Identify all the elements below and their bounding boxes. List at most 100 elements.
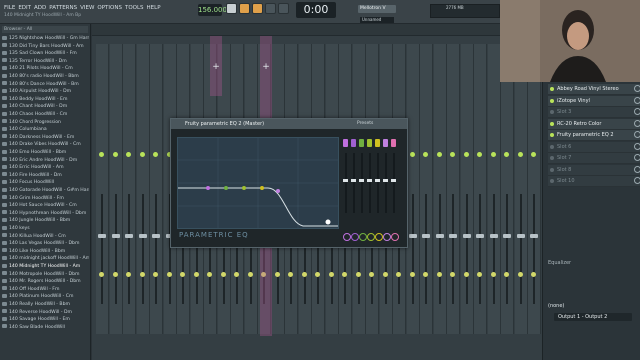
slot-mix-knob[interactable]: [634, 165, 640, 173]
strip-enable-led[interactable]: [126, 152, 131, 157]
mixer-strip[interactable]: [136, 44, 150, 334]
metronome-button[interactable]: [265, 3, 276, 14]
strip-enable-led[interactable]: [477, 152, 482, 157]
route-led[interactable]: [166, 272, 172, 277]
fader-handle[interactable]: [98, 234, 106, 238]
menu-edit[interactable]: EDIT: [18, 5, 31, 11]
browser-item[interactable]: 140 Fire HoodWill - Dm: [2, 172, 89, 179]
browser-item[interactable]: 140 Savage HoodWill - Em: [2, 316, 89, 323]
mixer-strip[interactable]: [433, 44, 447, 334]
route-led[interactable]: [153, 272, 158, 277]
strip-enable-led[interactable]: [99, 152, 104, 157]
eq-graph[interactable]: [177, 137, 339, 229]
mixer-strip[interactable]: [501, 44, 514, 334]
route-led[interactable]: [193, 272, 199, 277]
strip-enable-led[interactable]: [531, 152, 536, 157]
eq-band-swatch[interactable]: [383, 139, 388, 147]
eq-band-knob[interactable]: [375, 233, 383, 241]
route-led[interactable]: [274, 272, 280, 277]
slot-enable-led[interactable]: [550, 133, 554, 137]
menu-file[interactable]: FILE: [4, 5, 15, 11]
strip-enable-led[interactable]: [409, 152, 415, 157]
mixer-strip[interactable]: [123, 44, 136, 334]
menu-tools[interactable]: TOOLS: [125, 5, 144, 11]
browser-item[interactable]: 140 Motropole HoodWill - Dbm: [2, 271, 89, 278]
fader-handle[interactable]: [476, 234, 484, 238]
strip-enable-led[interactable]: [153, 152, 158, 157]
mixer-strip[interactable]: [420, 44, 433, 334]
route-led[interactable]: [382, 272, 388, 277]
browser-item[interactable]: 140 Eric Andre HoodWill - Dm: [2, 157, 89, 164]
strip-enable-led[interactable]: [112, 152, 118, 157]
mixer-strip[interactable]: [406, 44, 420, 334]
route-led[interactable]: [517, 272, 523, 277]
insert-slot[interactable]: Fruity parametric EQ 2: [548, 130, 640, 141]
browser-item[interactable]: 140 Chant HoodWill - Dm: [2, 103, 89, 110]
browser-item[interactable]: 140 Las Vegas HoodWill - Dbm: [2, 240, 89, 247]
eq-band-gain-handle[interactable]: [391, 179, 396, 182]
insert-slot[interactable]: Slot 10: [548, 176, 640, 187]
route-led[interactable]: [112, 272, 118, 277]
slot-mix-knob[interactable]: [634, 119, 640, 127]
browser-item[interactable]: 140 Platinum HoodWill - Cm: [2, 293, 89, 300]
slot-enable-led[interactable]: [550, 144, 554, 149]
mixer-strip[interactable]: [528, 44, 541, 334]
slot-mix-knob[interactable]: [634, 154, 640, 161]
route-led[interactable]: [220, 272, 226, 277]
fader-handle[interactable]: [489, 234, 498, 238]
fader-handle[interactable]: [422, 234, 430, 238]
route-led[interactable]: [234, 272, 239, 277]
slot-enable-led[interactable]: [550, 87, 554, 91]
add-insert-icon[interactable]: +: [261, 62, 271, 72]
route-led[interactable]: [342, 272, 347, 277]
browser-item[interactable]: 140 Airpulst HoodWill - Dm: [2, 88, 89, 95]
browser-item[interactable]: 140 80's radio HoodWill - Bbm: [2, 73, 89, 80]
strip-enable-led[interactable]: [463, 152, 469, 157]
channel-selector[interactable]: Mellotron V: [358, 5, 396, 13]
strip-enable-led[interactable]: [423, 152, 428, 157]
route-led[interactable]: [423, 272, 428, 277]
eq-band-gain-handle[interactable]: [351, 179, 356, 182]
browser-item[interactable]: 140 Saw Blade HoodWill: [2, 324, 89, 331]
eq-band-gain-handle[interactable]: [343, 179, 348, 182]
eq-band-gain-handle[interactable]: [367, 179, 372, 182]
browser-item[interactable]: 140 Focus HoodWill: [2, 179, 89, 186]
browser-item[interactable]: 140 Emo HoodWill - Bbm: [2, 149, 89, 156]
menu-options[interactable]: OPTIONS: [97, 5, 122, 11]
browser-item[interactable]: 135 Terror HoodWill - Dm: [2, 58, 89, 65]
route-led[interactable]: [463, 272, 469, 277]
route-led[interactable]: [207, 272, 212, 277]
slot-mix-knob[interactable]: [634, 142, 640, 150]
wait-button[interactable]: [278, 3, 289, 14]
browser-item[interactable]: 140 Killua HoodWill - Cm: [2, 233, 89, 240]
fader-handle[interactable]: [462, 234, 471, 238]
route-led[interactable]: [409, 272, 415, 277]
insert-slot[interactable]: Slot 8: [548, 164, 640, 176]
route-led[interactable]: [369, 272, 374, 277]
browser-item[interactable]: 140 Erric HoodWill - Am: [2, 164, 89, 171]
eq-band-swatch[interactable]: [367, 139, 372, 147]
fader-handle[interactable]: [449, 234, 457, 238]
browser-item[interactable]: 140 Drake Vibes HoodWill - Cm: [2, 141, 89, 148]
browser-item[interactable]: 140 80's Dance HoodWill - Bm: [2, 81, 89, 88]
mixer-strip[interactable]: [447, 44, 460, 334]
route-led[interactable]: [301, 272, 307, 277]
insert-slot[interactable]: Abbey Road Vinyl Stereo: [548, 84, 640, 95]
browser-item[interactable]: 140 Hypnothrean HoodWill - Dbm: [2, 210, 89, 217]
browser-item[interactable]: 140 Grim HoodWill - Fm: [2, 195, 89, 202]
slot-mix-knob[interactable]: [634, 177, 640, 184]
browser-item[interactable]: 140 Gatorade HoodWill - G#m Harm: [2, 187, 89, 194]
route-led[interactable]: [247, 272, 253, 277]
browser-item[interactable]: 140 keys: [2, 225, 89, 232]
eq-band-swatch[interactable]: [343, 139, 348, 147]
eq-band-knob[interactable]: [383, 233, 391, 241]
fader-handle[interactable]: [435, 234, 444, 238]
insert-slot[interactable]: iZotope Vinyl: [548, 95, 640, 107]
browser-item[interactable]: 140 Hot Sauce HoodWill - Cm: [2, 202, 89, 209]
browser-item[interactable]: 140 midnight jackoff HoodWill - Am: [2, 255, 89, 262]
route-led[interactable]: [99, 272, 104, 277]
fader-handle[interactable]: [408, 234, 417, 238]
strip-enable-led[interactable]: [490, 152, 496, 157]
browser-item[interactable]: 140 Chaos HoodWill - Cm: [2, 111, 89, 118]
insert-slot[interactable]: RC-20 Retro Color: [548, 118, 640, 130]
